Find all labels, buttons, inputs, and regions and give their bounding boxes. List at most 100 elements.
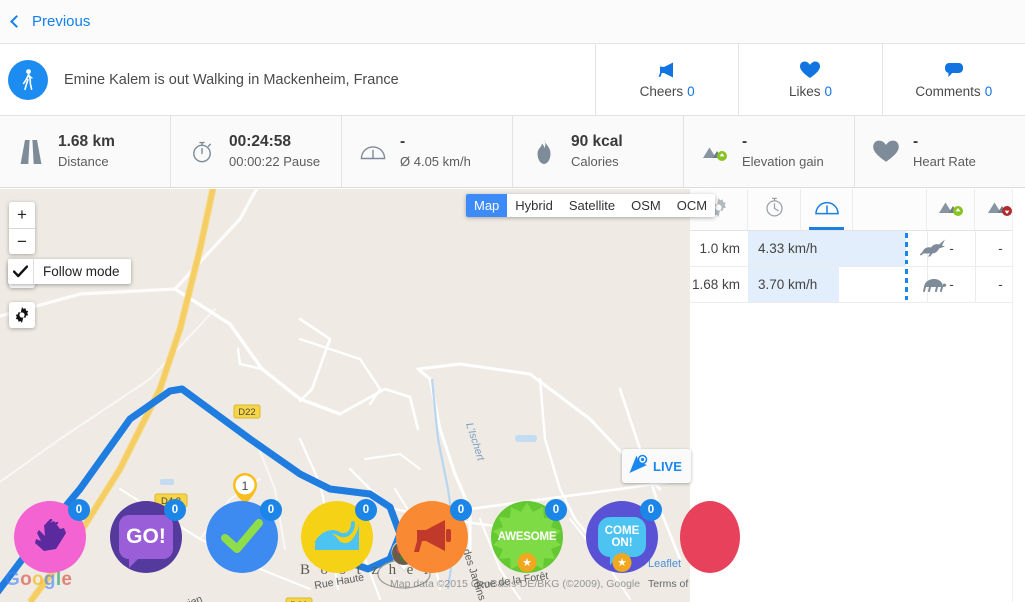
live-cursor-icon [628, 454, 649, 478]
stopwatch-icon [187, 137, 217, 167]
chevron-left-icon [10, 15, 23, 28]
awesome-sticker-text: AWESOME [497, 530, 557, 543]
come-on-sticker[interactable]: COME ON! ★ 0 [586, 499, 662, 573]
likes-label: Likes [788, 84, 821, 99]
average-speed-marker [905, 233, 908, 264]
live-button[interactable]: LIVE [622, 449, 691, 483]
heart-icon [800, 60, 821, 79]
come-on-sticker-text: COME ON! [604, 524, 640, 549]
cheers-button[interactable]: Cheers 0 [596, 44, 738, 115]
panel-elevation-gain-tab[interactable] [927, 189, 975, 230]
checkmark-icon [8, 259, 34, 284]
elevation-up-icon [700, 137, 730, 167]
checkmark-sticker[interactable]: 0 [206, 499, 282, 573]
stat-calories-value: 90 kcal [571, 133, 623, 151]
elevation-up-icon [937, 197, 965, 222]
cheers-label: Cheers [639, 84, 684, 99]
rabbit-icon [919, 238, 947, 259]
panel-header [690, 189, 1025, 231]
layer-satellite[interactable]: Satellite [561, 194, 623, 217]
comments-count: 0 [984, 84, 993, 99]
stat-calories-label: Calories [571, 154, 619, 170]
stat-heart-rate-value: - [913, 133, 919, 151]
road-icon [16, 137, 46, 167]
layer-hybrid[interactable]: Hybrid [507, 194, 561, 217]
sticker-count: 0 [355, 499, 377, 521]
sticker-count: 0 [545, 499, 567, 521]
stat-speed: - Ø 4.05 km/h [341, 116, 512, 187]
stopwatch-icon [764, 196, 785, 223]
lap-data-panel: 1.0 km 4.33 km/h - - 1.68 km 3.70 km/h -… [690, 189, 1025, 602]
stat-distance-label: Distance [58, 154, 109, 170]
lap-speed-cell: 3.70 km/h [748, 267, 853, 302]
sticker-count: 0 [450, 499, 472, 521]
table-row[interactable]: 1.0 km 4.33 km/h - - [690, 231, 1025, 267]
activity-header: Emine Kalem is out Walking in Mackenheim… [0, 44, 1025, 116]
speedometer-icon [358, 137, 388, 167]
go-sticker-text: GO! [126, 524, 166, 548]
stat-heart-rate: - Heart Rate [854, 116, 1025, 187]
sticker-count: 0 [260, 499, 282, 521]
megaphone-sticker[interactable]: 0 [396, 499, 472, 573]
stat-duration: 00:24:58 00:00:22 Pause [170, 116, 341, 187]
stat-elevation-gain-label: Elevation gain [742, 154, 824, 170]
activity-detail-page: Previous Emine Kalem is out Walking in M… [0, 0, 1025, 602]
stat-speed-label: Ø 4.05 km/h [400, 154, 471, 170]
awesome-sticker[interactable]: AWESOME ★ 0 [491, 499, 567, 573]
panel-speed-tab[interactable] [801, 189, 853, 230]
comments-button[interactable]: Comments 0 [881, 44, 1025, 115]
svg-text:D22: D22 [238, 407, 255, 418]
sticker-count: 0 [68, 499, 90, 521]
top-nav-bar: Previous [0, 0, 1025, 44]
panel-time-tab[interactable] [748, 189, 801, 230]
layer-ocm[interactable]: OCM [669, 194, 715, 217]
elevation-down-icon [986, 197, 1014, 222]
stat-distance-value: 1.68 km [58, 133, 115, 151]
live-label: LIVE [653, 458, 682, 474]
gear-icon[interactable] [9, 302, 35, 328]
lap-distance: 1.68 km [691, 277, 740, 292]
follow-mode-label: Follow mode [43, 264, 120, 279]
page-title: Emine Kalem is out Walking in Mackenheim… [64, 71, 399, 88]
map-zoom-controls[interactable]: + − [9, 202, 35, 254]
go-sticker[interactable]: GO! 0 [110, 499, 186, 573]
stat-duration-value: 00:24:58 [229, 133, 292, 151]
lap-speed-cell: 4.33 km/h [748, 231, 853, 266]
comments-label-wrap: Comments 0 [915, 84, 992, 99]
wave-sticker[interactable]: 0 [301, 499, 377, 573]
clapping-hands-sticker[interactable]: 0 [14, 499, 90, 573]
cheers-count: 0 [687, 84, 695, 99]
partial-sticker[interactable] [680, 501, 740, 573]
zoom-out-button[interactable]: − [9, 228, 35, 254]
stat-calories: 90 kcal Calories [512, 116, 683, 187]
sticker-count: 0 [164, 499, 186, 521]
speedometer-icon [814, 198, 840, 222]
flame-icon [529, 137, 559, 167]
follow-mode-toggle[interactable]: Follow mode [8, 259, 131, 284]
comment-bubble-icon [944, 60, 963, 79]
stat-distance: 1.68 km Distance [0, 116, 170, 187]
panel-graph-tab[interactable] [853, 189, 927, 230]
svg-text:1: 1 [242, 479, 249, 493]
map-layer-switcher[interactable]: Map Hybrid Satellite OSM OCM [466, 194, 716, 217]
layer-osm[interactable]: OSM [623, 194, 669, 217]
stat-elevation-gain-value: - [742, 133, 748, 151]
social-actions: Cheers 0 Likes 0 Comments 0 [596, 44, 1025, 115]
panel-scrollbar[interactable] [1012, 189, 1025, 602]
walking-person-icon [8, 59, 48, 100]
star-icon: ★ [517, 553, 537, 572]
sticker-bar: 0 GO! 0 0 0 0 AWESOME ★ 0 COME ON! ★ 0 [0, 495, 740, 602]
lap-speed: 4.33 km/h [758, 241, 818, 256]
layer-map[interactable]: Map [466, 194, 508, 217]
comments-label: Comments [915, 84, 981, 99]
activity-title-area: Emine Kalem is out Walking in Mackenheim… [0, 44, 596, 115]
likes-button[interactable]: Likes 0 [738, 44, 881, 115]
lap-speed-bar [853, 231, 945, 266]
star-icon: ★ [612, 553, 632, 572]
previous-label: Previous [32, 13, 91, 30]
stat-speed-value: - [400, 133, 406, 151]
table-row[interactable]: 1.68 km 3.70 km/h - - [690, 267, 1025, 303]
previous-button[interactable]: Previous [10, 13, 91, 30]
stat-elevation-gain: - Elevation gain [683, 116, 854, 187]
zoom-in-button[interactable]: + [9, 202, 35, 228]
